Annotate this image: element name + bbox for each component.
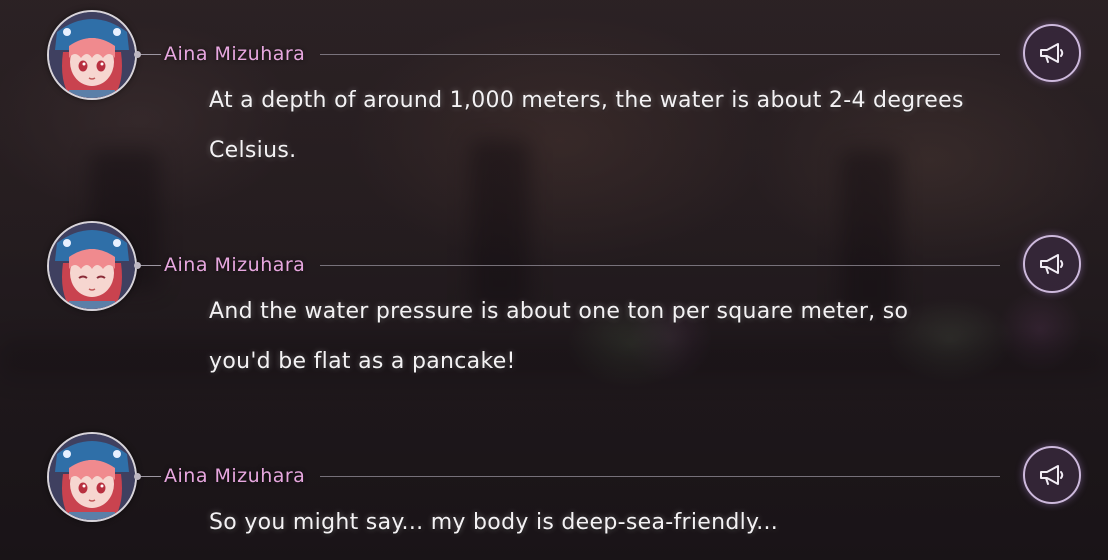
voice-replay-button[interactable] [1023,446,1081,504]
megaphone-icon [1040,465,1064,485]
speaker-name: Aina Mizuhara [164,465,306,487]
dialogue-text: So you might say... my body is deep-sea-… [209,510,779,535]
backlog-entry: Aina Mizuhara So you might say... my bod… [0,0,1108,560]
speaker-avatar [47,432,137,522]
backlog-list[interactable]: Aina Mizuhara At a depth of around 1,000… [0,0,1108,560]
